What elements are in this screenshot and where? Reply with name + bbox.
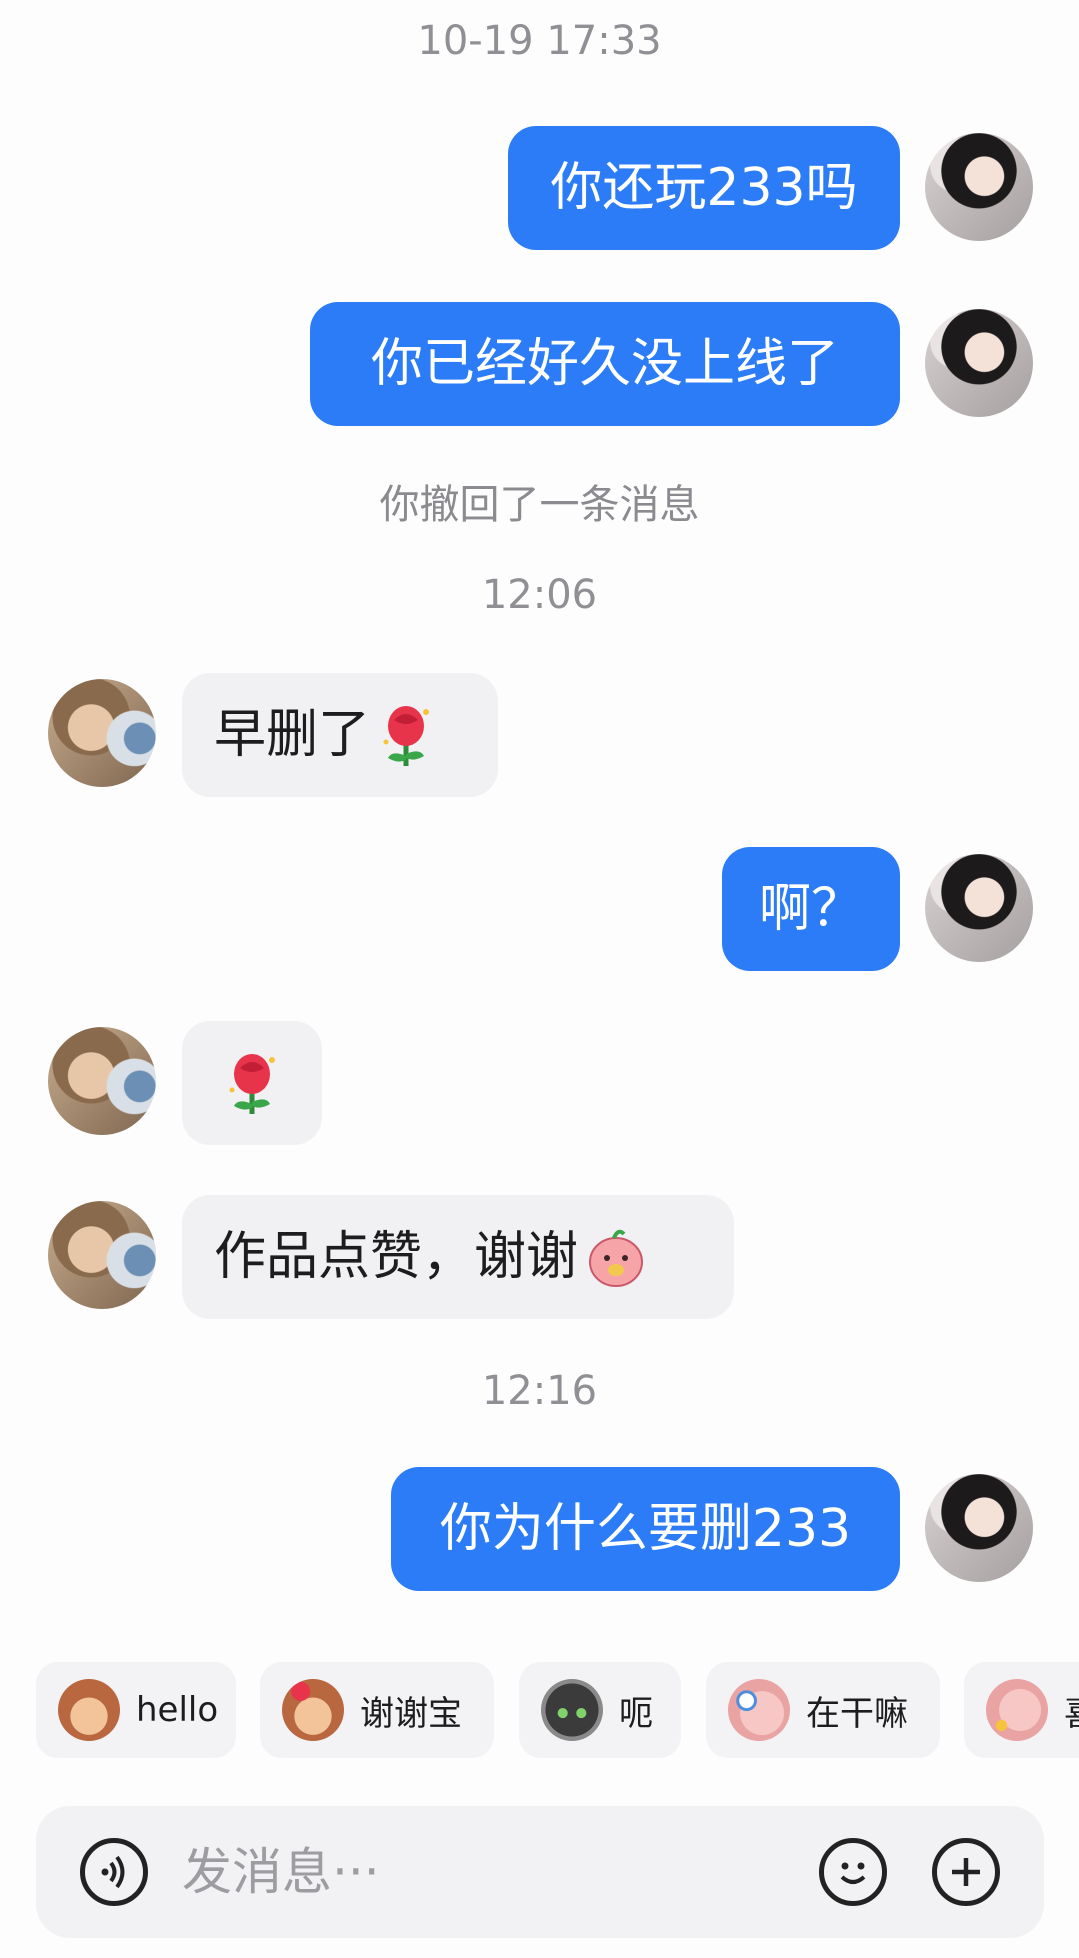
outgoing-message-bubble[interactable]: 你还玩233吗: [508, 126, 900, 250]
pink-blob-emoji: [589, 1229, 644, 1287]
sticker-label: 呃: [619, 1693, 653, 1734]
quick-sticker-thanks[interactable]: 谢谢宝: [260, 1662, 494, 1758]
sticker-label: hello: [136, 1690, 219, 1730]
message-text: 作品点赞，谢谢: [214, 1227, 579, 1287]
quick-sticker-happy[interactable]: 喜: [964, 1662, 1079, 1758]
incoming-sticker-bubble[interactable]: [182, 1021, 322, 1145]
contact-avatar[interactable]: [48, 679, 156, 787]
outgoing-message-bubble[interactable]: 你已经好久没上线了: [310, 302, 900, 426]
incoming-message-bubble[interactable]: 早删了: [182, 673, 498, 797]
monkey-rose-sticker-icon: [282, 1679, 344, 1741]
quick-sticker-hello[interactable]: hello: [36, 1662, 236, 1758]
rose-emoji: [383, 706, 430, 766]
outgoing-message-bubble[interactable]: 你为什么要删233: [391, 1467, 900, 1591]
monkey-sticker-icon: [58, 1679, 120, 1741]
my-avatar[interactable]: [925, 309, 1033, 417]
message-input[interactable]: 发消息···: [182, 1842, 380, 1902]
quick-sticker-bar: hello 谢谢宝 呃 在干嘛 喜: [0, 1662, 1079, 1758]
voice-icon[interactable]: [80, 1838, 148, 1906]
cat-sticker-icon: [541, 1679, 603, 1741]
my-avatar[interactable]: [925, 133, 1033, 241]
pig-sparkle-sticker-icon: [986, 1679, 1048, 1741]
message-input-bar: 发消息···: [36, 1806, 1044, 1938]
timestamp: 12:16: [481, 1368, 598, 1414]
rose-emoji: [229, 1054, 275, 1114]
plus-icon[interactable]: [932, 1838, 1000, 1906]
contact-avatar[interactable]: [48, 1201, 156, 1309]
sticker-label: 在干嘛: [806, 1693, 908, 1734]
timestamp: 10-19 17:33: [417, 18, 662, 64]
my-avatar[interactable]: [925, 854, 1033, 962]
message-text: 早删了: [214, 705, 371, 765]
contact-avatar[interactable]: [48, 1027, 156, 1135]
incoming-message-bubble[interactable]: 作品点赞，谢谢: [182, 1195, 734, 1319]
recall-notice: 你撤回了一条消息: [379, 482, 700, 528]
my-avatar[interactable]: [925, 1474, 1033, 1582]
smiley-icon[interactable]: [819, 1838, 887, 1906]
quick-sticker-what-doing[interactable]: 在干嘛: [706, 1662, 940, 1758]
outgoing-message-bubble[interactable]: 啊？: [722, 847, 900, 971]
quick-sticker-uh[interactable]: 呃: [519, 1662, 681, 1758]
sticker-label: 喜: [1064, 1686, 1079, 1735]
pig-magnifier-sticker-icon: [728, 1679, 790, 1741]
sticker-label: 谢谢宝: [360, 1693, 462, 1734]
timestamp: 12:06: [481, 572, 598, 618]
